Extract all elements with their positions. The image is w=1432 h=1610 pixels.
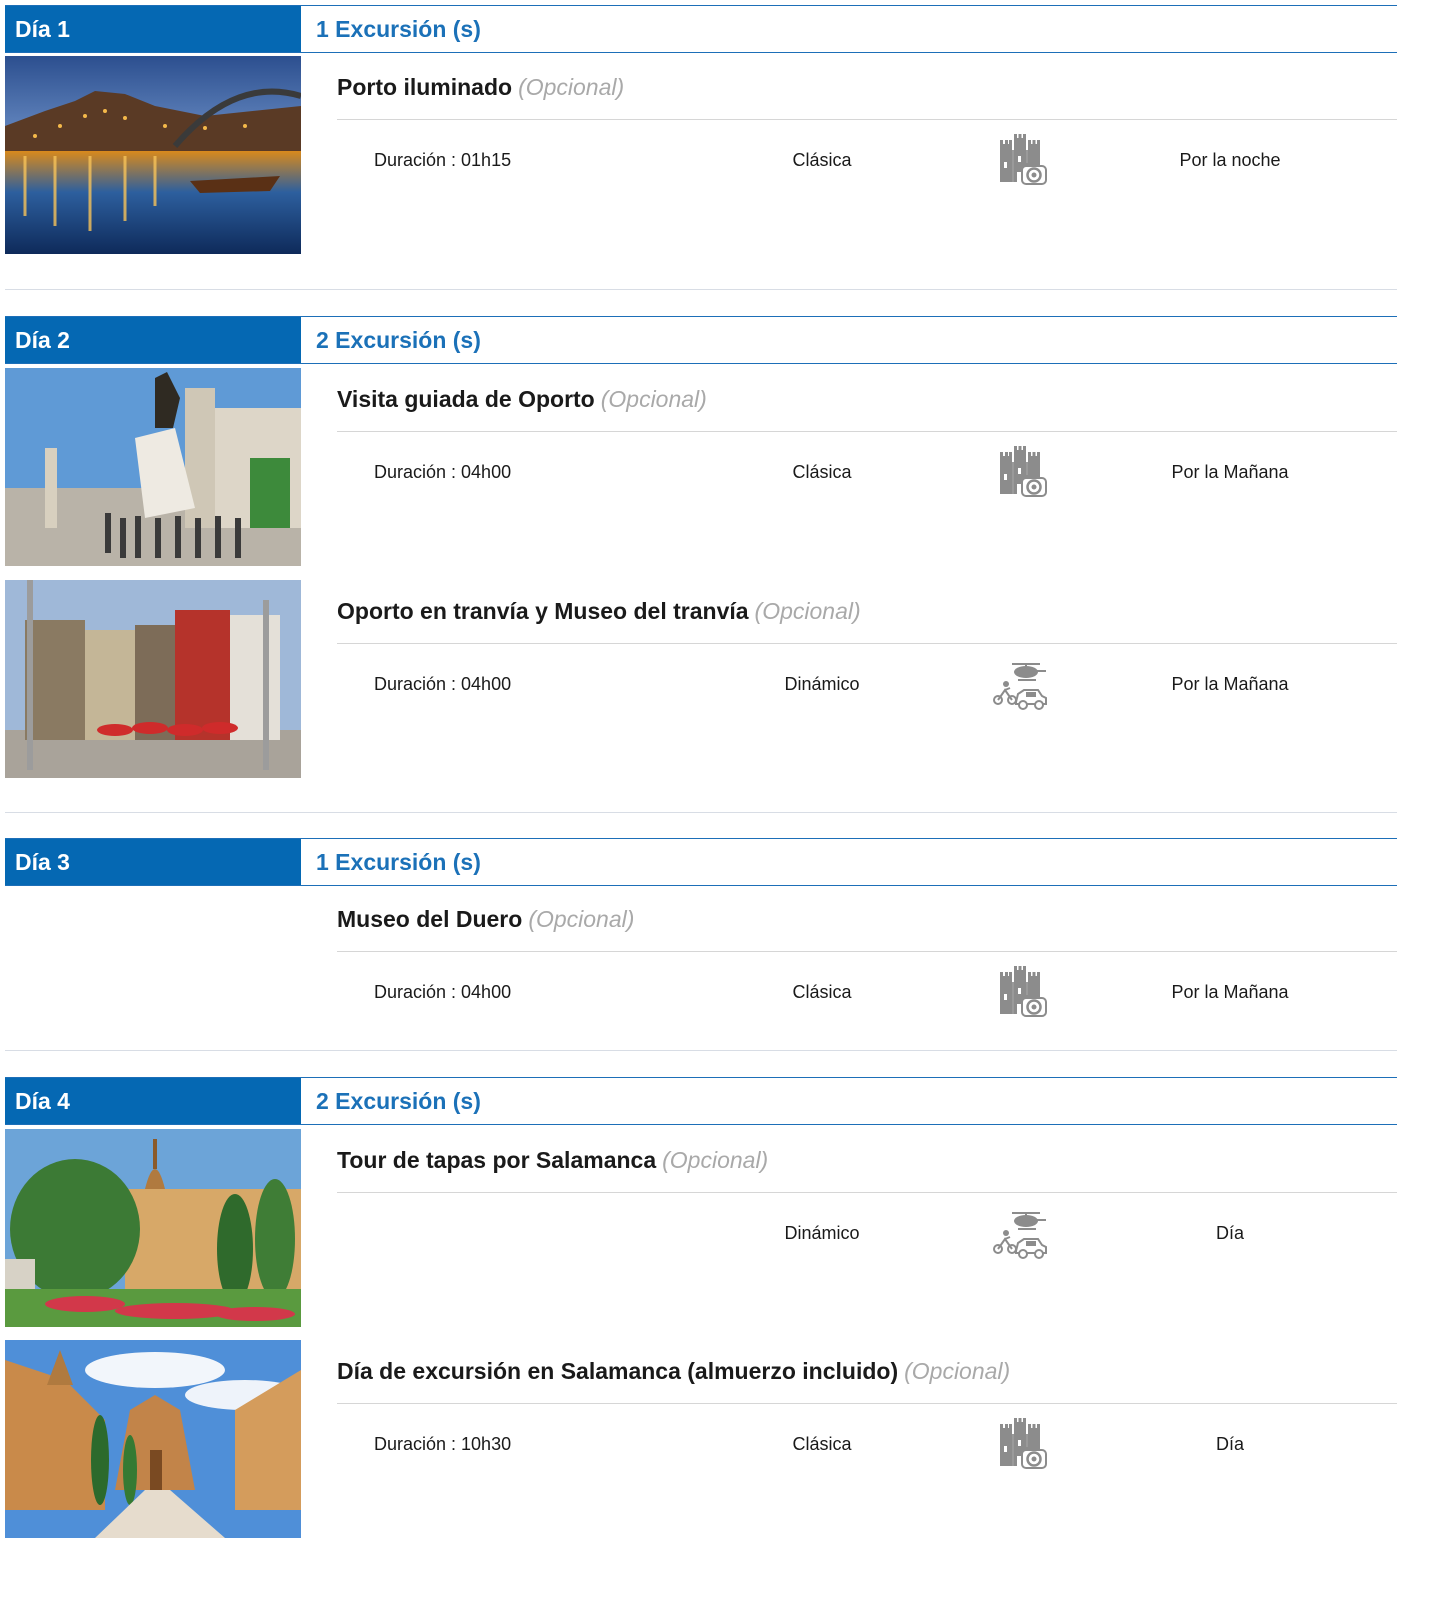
excursion-name[interactable]: Visita guiada de Oporto [337, 386, 595, 412]
day-header: Día 1 1 Excursión (s) [5, 5, 1397, 53]
adventure-vehicles-icon [990, 1207, 1050, 1263]
optional-label: (Opcional) [600, 386, 707, 412]
excursion-item[interactable]: Día de excursión en Salamanca (almuerzo … [5, 1340, 1397, 1538]
time-of-day: Día [1215, 1434, 1244, 1454]
excursion-item[interactable]: Visita guiada de Oporto (Opcional) Duraci… [5, 368, 1397, 566]
excursion-count: 2 Excursión (s) [316, 327, 481, 353]
time-of-day: Por la noche [1179, 150, 1281, 170]
excursion-name[interactable]: Museo del Duero [337, 906, 522, 932]
day-4: Día 4 2 Excursión (s) Tour de tapas por … [5, 1077, 1397, 1538]
day-3: Día 3 1 Excursión (s) Museo del Duero (Op… [5, 838, 1397, 886]
excursion-title[interactable]: Museo del Duero (Opcional) [337, 906, 634, 933]
excursion-title[interactable]: Día de excursión en Salamanca (almuerzo … [337, 1358, 1010, 1385]
day-divider [5, 812, 1397, 813]
separator [337, 119, 1397, 120]
day-header: Día 4 2 Excursión (s) [5, 1077, 1397, 1125]
day-label: Día 4 [5, 1078, 301, 1124]
castle-camera-icon [990, 134, 1050, 190]
excursion-name[interactable]: Tour de tapas por Salamanca [337, 1147, 656, 1173]
optional-label: (Opcional) [528, 906, 635, 932]
excursion-title[interactable]: Oporto en tranvía y Museo del tranvía (Op… [337, 598, 861, 625]
castle-camera-icon [990, 446, 1050, 502]
day-label: Día 1 [5, 6, 301, 52]
category: Dinámico [784, 1223, 860, 1243]
duration: Duración : 10h30 [374, 1434, 512, 1454]
category: Clásica [792, 462, 852, 482]
time-of-day: Día [1215, 1223, 1244, 1243]
day-divider [5, 289, 1397, 290]
excursion-photo[interactable] [5, 1129, 301, 1327]
duration: Duración : 04h00 [374, 674, 512, 694]
day-label: Día 2 [5, 317, 301, 363]
excursion-count: 2 Excursión (s) [316, 1088, 481, 1114]
excursion-count: 1 Excursión (s) [316, 849, 481, 875]
day-label: Día 3 [5, 839, 301, 885]
optional-label: (Opcional) [754, 598, 861, 624]
duration: Duración : 04h00 [374, 982, 512, 1002]
excursion-item[interactable]: Museo del Duero (Opcional) Duración : 04h… [5, 888, 1397, 1086]
optional-label: (Opcional) [904, 1358, 1011, 1384]
excursion-name[interactable]: Oporto en tranvía y Museo del tranvía [337, 598, 749, 624]
excursion-title[interactable]: Porto iluminado (Opcional) [337, 74, 624, 101]
castle-camera-icon [990, 966, 1050, 1022]
time-of-day: Por la Mañana [1171, 674, 1289, 694]
excursion-item[interactable]: Tour de tapas por Salamanca (Opcional) Di… [5, 1129, 1397, 1327]
excursion-title[interactable]: Visita guiada de Oporto (Opcional) [337, 386, 707, 413]
separator [337, 1192, 1397, 1193]
excursion-photo[interactable] [5, 1340, 301, 1538]
day-1: Día 1 1 Excursión (s) Porto iluminado (Op… [5, 5, 1397, 254]
category: Dinámico [784, 674, 860, 694]
excursion-photo[interactable] [5, 580, 301, 778]
duration: Duración : 01h15 [374, 150, 512, 170]
excursion-photo[interactable] [5, 56, 301, 254]
excursion-photo[interactable] [5, 368, 301, 566]
optional-label: (Opcional) [518, 74, 625, 100]
time-of-day: Por la Mañana [1171, 462, 1289, 482]
day-divider [5, 1050, 1397, 1051]
day-header: Día 3 1 Excursión (s) [5, 838, 1397, 886]
category: Clásica [792, 150, 852, 170]
excursion-title[interactable]: Tour de tapas por Salamanca (Opcional) [337, 1147, 768, 1174]
adventure-vehicles-icon [990, 658, 1050, 714]
separator [337, 951, 1397, 952]
excursion-name[interactable]: Día de excursión en Salamanca (almuerzo … [337, 1358, 898, 1384]
castle-camera-icon [990, 1418, 1050, 1474]
excursion-count: 1 Excursión (s) [316, 16, 481, 42]
excursion-item[interactable]: Oporto en tranvía y Museo del tranvía (Op… [5, 580, 1397, 778]
duration: Duración : 04h00 [374, 462, 512, 482]
category: Clásica [792, 1434, 852, 1454]
excursion-name[interactable]: Porto iluminado [337, 74, 512, 100]
day-header: Día 2 2 Excursión (s) [5, 316, 1397, 364]
category: Clásica [792, 982, 852, 1002]
day-2: Día 2 2 Excursión (s) Visita guiada de O… [5, 316, 1397, 778]
separator [337, 643, 1397, 644]
time-of-day: Por la Mañana [1171, 982, 1289, 1002]
separator [337, 431, 1397, 432]
excursion-item[interactable]: Porto iluminado (Opcional) Duración : 01h… [5, 56, 1397, 254]
separator [337, 1403, 1397, 1404]
optional-label: (Opcional) [662, 1147, 769, 1173]
